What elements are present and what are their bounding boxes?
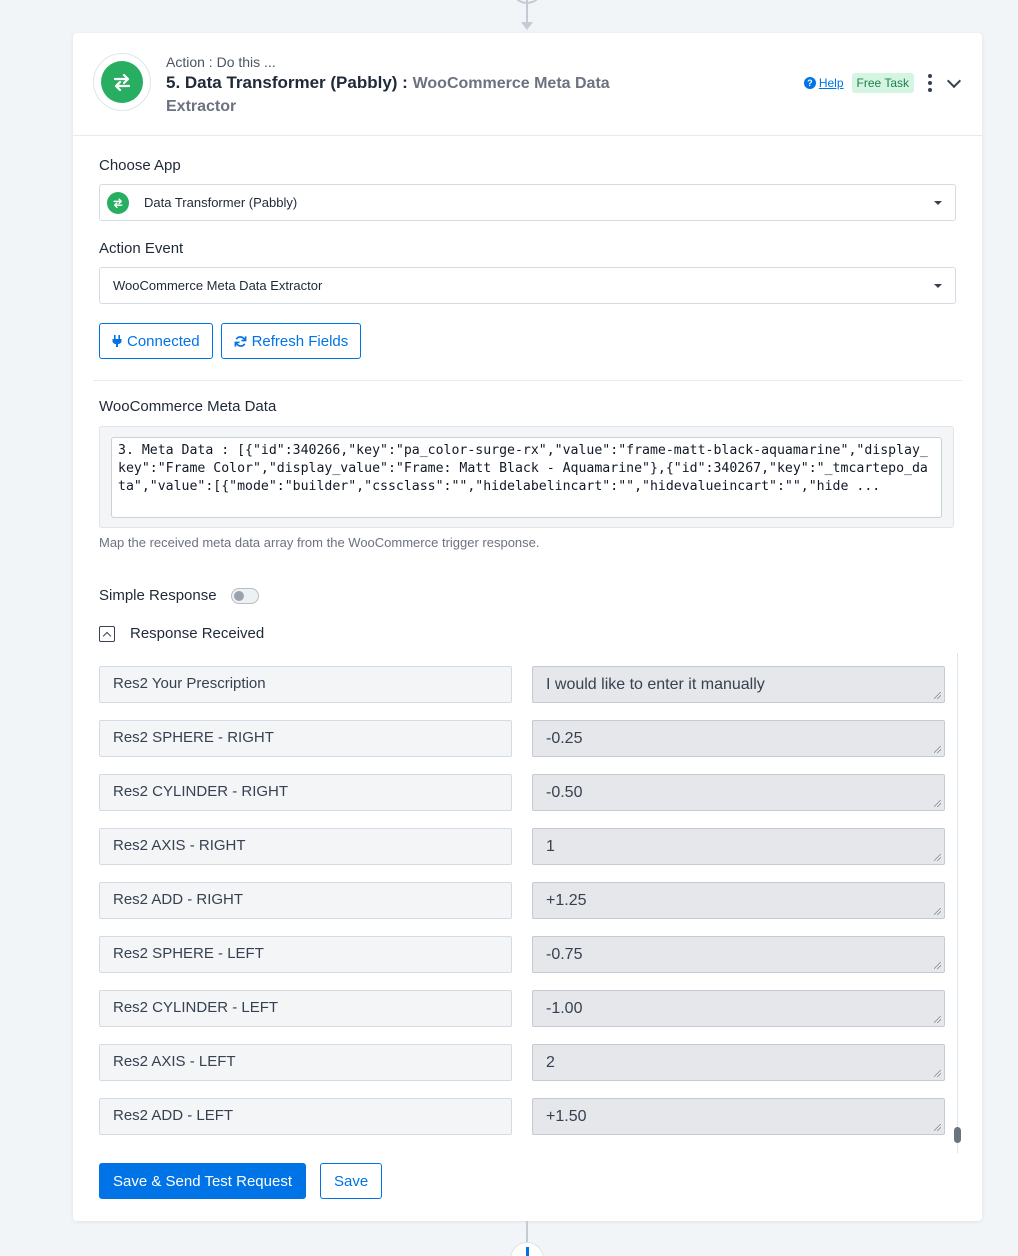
response-row: Res2 SPHERE - LEFT -0.75 (99, 936, 945, 974)
choose-app-label: Choose App (99, 157, 181, 174)
response-key[interactable]: Res2 ADD - RIGHT (99, 882, 512, 919)
save-send-test-button[interactable]: Save & Send Test Request (99, 1163, 307, 1199)
response-row: Res2 CYLINDER - LEFT -1.00 (99, 990, 945, 1028)
caret-down-icon (934, 284, 942, 288)
meta-data-wrapper: 3. Meta Data : [{"id":340266,"key":"pa_c… (99, 426, 954, 528)
free-task-badge: Free Task (851, 73, 914, 93)
meta-data-label: WooCommerce Meta Data (99, 398, 277, 415)
action-event-select[interactable]: WooCommerce Meta Data Extractor (99, 267, 956, 304)
response-key[interactable]: Res2 ADD - LEFT (99, 1098, 512, 1135)
response-value[interactable]: 1 (532, 828, 945, 865)
help-label: Help (818, 76, 844, 90)
simple-response-label: Simple Response (99, 587, 217, 604)
connected-button[interactable]: Connected (99, 323, 213, 359)
meta-data-input[interactable]: 3. Meta Data : [{"id":340266,"key":"pa_c… (111, 437, 942, 518)
response-key[interactable]: Res2 Your Prescription (99, 666, 512, 703)
save-button[interactable]: Save (320, 1163, 383, 1199)
scrollbar-thumb[interactable] (954, 1127, 961, 1143)
transfer-arrows-icon (107, 191, 129, 214)
simple-response-toggle[interactable] (230, 587, 259, 604)
response-key[interactable]: Res2 CYLINDER - LEFT (99, 990, 512, 1027)
response-key[interactable]: Res2 SPHERE - LEFT (99, 936, 512, 973)
action-step-card: Action : Do this ... 5. Data Transformer… (73, 33, 982, 1221)
step-app-name: 5. Data Transformer (Pabbly) : (166, 73, 408, 92)
response-row: Res2 SPHERE - RIGHT -0.25 (99, 720, 945, 758)
response-value[interactable]: +1.50 (532, 1098, 945, 1135)
help-link[interactable]: ? Help (803, 76, 844, 90)
choose-app-select[interactable]: Data Transformer (Pabbly) (99, 184, 956, 221)
refresh-fields-button[interactable]: Refresh Fields (220, 323, 362, 359)
response-value[interactable]: +1.25 (532, 882, 945, 919)
response-value[interactable]: -1.00 (532, 990, 945, 1027)
response-row: Res2 AXIS - LEFT 2 (99, 1044, 945, 1082)
response-key[interactable]: Res2 SPHERE - RIGHT (99, 720, 512, 757)
response-key[interactable]: Res2 CYLINDER - RIGHT (99, 774, 512, 811)
response-value[interactable]: -0.50 (532, 774, 945, 811)
chevron-up-icon[interactable] (99, 625, 115, 642)
response-received-label: Response Received (130, 625, 265, 642)
transfer-arrows-icon (101, 61, 143, 103)
response-value[interactable]: -0.25 (532, 720, 945, 757)
response-row: Res2 ADD - RIGHT +1.25 (99, 882, 945, 920)
connected-label: Connected (127, 332, 200, 350)
action-event-label: Action Event (99, 240, 184, 257)
meta-data-help: Map the received meta data array from th… (99, 535, 540, 550)
response-key[interactable]: Res2 AXIS - LEFT (99, 1044, 512, 1081)
response-row: Res2 AXIS - RIGHT 1 (99, 828, 945, 866)
more-options-icon[interactable] (924, 74, 936, 92)
response-value[interactable]: 2 (532, 1044, 945, 1081)
step-title: 5. Data Transformer (Pabbly) : WooCommer… (166, 72, 636, 118)
response-value[interactable]: -0.75 (532, 936, 945, 973)
question-circle-icon: ? (803, 77, 816, 89)
plug-icon (112, 335, 122, 347)
action-event-value: WooCommerce Meta Data Extractor (113, 278, 323, 293)
response-value[interactable]: I would like to enter it manually (532, 666, 945, 703)
step-kicker: Action : Do this ... (166, 54, 276, 70)
section-divider (93, 380, 962, 381)
caret-down-icon (934, 201, 942, 205)
refresh-icon (234, 335, 247, 347)
connector-arrow-icon (521, 22, 533, 30)
response-row: Res2 ADD - LEFT +1.50 (99, 1098, 945, 1136)
response-rows: Res2 Your Prescription I would like to e… (99, 653, 959, 1153)
choose-app-value: Data Transformer (Pabbly) (144, 195, 298, 210)
response-row: Res2 Your Prescription I would like to e… (99, 666, 945, 704)
response-row: Res2 CYLINDER - RIGHT -0.50 (99, 774, 945, 812)
chevron-down-icon[interactable] (946, 75, 962, 91)
refresh-fields-label: Refresh Fields (251, 332, 349, 350)
response-scrollbar[interactable] (954, 653, 962, 1153)
step-header[interactable]: Action : Do this ... 5. Data Transformer… (73, 33, 982, 136)
app-logo (93, 53, 151, 111)
response-key[interactable]: Res2 AXIS - RIGHT (99, 828, 512, 865)
add-step-icon[interactable] (510, 1242, 544, 1256)
